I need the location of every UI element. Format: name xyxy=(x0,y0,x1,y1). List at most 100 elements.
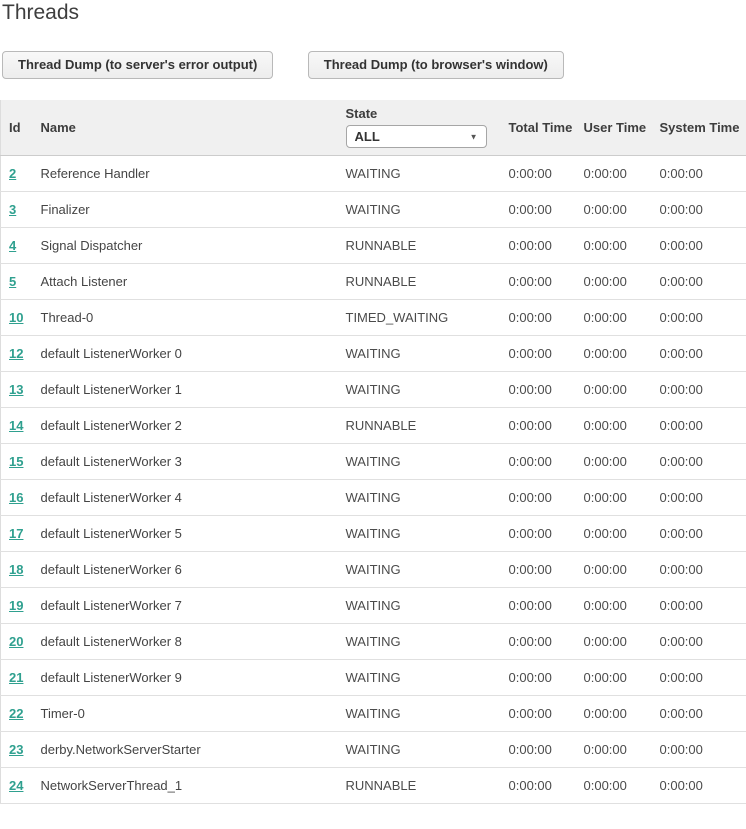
table-row: 22Timer-0WAITING0:00:000:00:000:00:00 xyxy=(1,695,746,731)
thread-user-time: 0:00:00 xyxy=(576,371,652,407)
thread-state: WAITING xyxy=(338,695,501,731)
table-row: 18default ListenerWorker 6WAITING0:00:00… xyxy=(1,551,746,587)
thread-id-link[interactable]: 13 xyxy=(9,382,23,397)
thread-name: default ListenerWorker 5 xyxy=(33,515,338,551)
thread-user-time: 0:00:00 xyxy=(576,443,652,479)
thread-name: default ListenerWorker 2 xyxy=(33,407,338,443)
thread-state: WAITING xyxy=(338,371,501,407)
table-row: 17default ListenerWorker 5WAITING0:00:00… xyxy=(1,515,746,551)
thread-id-cell: 15 xyxy=(1,443,33,479)
thread-id-link[interactable]: 14 xyxy=(9,418,23,433)
state-filter-wrap: ALL ▼ xyxy=(346,129,487,144)
thread-id-cell: 21 xyxy=(1,659,33,695)
thread-id-cell: 3 xyxy=(1,191,33,227)
thread-total-time: 0:00:00 xyxy=(501,407,576,443)
table-row: 13 default ListenerWorker 1WAITING 0:00:00… xyxy=(1,371,746,407)
thread-id-cell: 22 xyxy=(1,695,33,731)
thread-total-time: 0:00:00 xyxy=(501,659,576,695)
thread-total-time: 0:00:00 xyxy=(501,227,576,263)
thread-state: WAITING xyxy=(338,515,501,551)
thread-total-time: 0:00:00 xyxy=(501,155,576,191)
thread-total-time: 0:00:00 xyxy=(501,335,576,371)
thread-total-time: 0:00:00 xyxy=(501,587,576,623)
thread-id-cell: 24 xyxy=(1,767,33,803)
thread-id-link[interactable]: 12 xyxy=(9,346,23,361)
thread-name: derby.NetworkServerStarter xyxy=(33,731,338,767)
thread-total-time: 0:00:00 xyxy=(501,299,576,335)
thread-system-time: 0:00:00 xyxy=(652,155,746,191)
thread-id-link[interactable]: 23 xyxy=(9,742,23,757)
thread-state: WAITING xyxy=(338,335,501,371)
thread-id-link[interactable]: 10 xyxy=(9,310,23,325)
thread-system-time: 0:00:00 xyxy=(652,479,746,515)
thread-id-cell: 13 xyxy=(1,371,33,407)
thread-user-time: 0:00:00 xyxy=(576,299,652,335)
thread-total-time: 0:00:00 xyxy=(501,551,576,587)
thread-total-time: 0:00:00 xyxy=(501,263,576,299)
thread-name: Finalizer xyxy=(33,191,338,227)
thread-user-time: 0:00:00 xyxy=(576,551,652,587)
thread-dump-server-button[interactable]: Thread Dump (to server's error output) xyxy=(2,51,273,79)
thread-id-link[interactable]: 15 xyxy=(9,454,23,469)
thread-id-link[interactable]: 4 xyxy=(9,238,16,253)
thread-user-time: 0:00:00 xyxy=(576,227,652,263)
thread-system-time: 0:00:00 xyxy=(652,299,746,335)
toolbar: Thread Dump (to server's error output) T… xyxy=(2,51,746,79)
thread-state: RUNNABLE xyxy=(338,767,501,803)
column-header-id: Id xyxy=(1,100,33,155)
thread-total-time: 0:00:00 xyxy=(501,767,576,803)
thread-total-time: 0:00:00 xyxy=(501,443,576,479)
thread-id-link[interactable]: 5 xyxy=(9,274,16,289)
thread-user-time: 0:00:00 xyxy=(576,263,652,299)
threads-table-body: 2Reference HandlerWAITING0:00:000:00:000… xyxy=(1,155,746,803)
table-row: 20default ListenerWorker 8WAITING0:00:00… xyxy=(1,623,746,659)
thread-id-link[interactable]: 2 xyxy=(9,166,16,181)
thread-system-time: 0:00:00 xyxy=(652,407,746,443)
thread-system-time: 0:00:00 xyxy=(652,659,746,695)
table-row: 23 derby.NetworkServerStarterWAITING 0:00:… xyxy=(1,731,746,767)
thread-id-cell: 14 xyxy=(1,407,33,443)
thread-id-link[interactable]: 3 xyxy=(9,202,16,217)
thread-state: WAITING xyxy=(338,443,501,479)
table-row: 21default ListenerWorker 9WAITING0:00:00… xyxy=(1,659,746,695)
thread-id-cell: 20 xyxy=(1,623,33,659)
thread-id-cell: 23 xyxy=(1,731,33,767)
threads-page: Threads Thread Dump (to server's error o… xyxy=(0,0,746,829)
thread-system-time: 0:00:00 xyxy=(652,443,746,479)
thread-id-cell: 12 xyxy=(1,335,33,371)
page-title: Threads xyxy=(2,0,746,25)
table-row: 10Thread-0TIMED_WAITING0:00:000:00:000:0… xyxy=(1,299,746,335)
table-row: 3FinalizerWAITING0:00:000:00:000:00:00 xyxy=(1,191,746,227)
thread-total-time: 0:00:00 xyxy=(501,623,576,659)
thread-id-link[interactable]: 18 xyxy=(9,562,23,577)
thread-id-link[interactable]: 22 xyxy=(9,706,23,721)
thread-id-cell: 2 xyxy=(1,155,33,191)
thread-name: Timer-0 xyxy=(33,695,338,731)
thread-state: WAITING xyxy=(338,659,501,695)
thread-id-cell: 5 xyxy=(1,263,33,299)
thread-user-time: 0:00:00 xyxy=(576,587,652,623)
thread-state: RUNNABLE xyxy=(338,407,501,443)
column-header-system-time: System Time xyxy=(652,100,746,155)
thread-total-time: 0:00:00 xyxy=(501,191,576,227)
thread-total-time: 0:00:00 xyxy=(501,479,576,515)
thread-state: WAITING xyxy=(338,731,501,767)
state-filter-select[interactable]: ALL xyxy=(346,125,487,148)
thread-id-link[interactable]: 19 xyxy=(9,598,23,613)
thread-user-time: 0:00:00 xyxy=(576,767,652,803)
thread-id-link[interactable]: 24 xyxy=(9,778,23,793)
table-row: 5Attach ListenerRUNNABLE0:00:000:00:000:… xyxy=(1,263,746,299)
table-row: 4Signal DispatcherRUNNABLE0:00:000:00:00… xyxy=(1,227,746,263)
column-header-name: Name xyxy=(33,100,338,155)
thread-name: default ListenerWorker 4 xyxy=(33,479,338,515)
threads-table: Id Name State ALL ▼ Total Time User Time… xyxy=(0,100,746,804)
thread-name: default ListenerWorker 1 xyxy=(33,371,338,407)
thread-id-link[interactable]: 17 xyxy=(9,526,23,541)
thread-user-time: 0:00:00 xyxy=(576,155,652,191)
thread-dump-browser-button[interactable]: Thread Dump (to browser's window) xyxy=(308,51,564,79)
thread-id-link[interactable]: 16 xyxy=(9,490,23,505)
table-row: 16default ListenerWorker 4WAITING0:00:00… xyxy=(1,479,746,515)
thread-id-link[interactable]: 21 xyxy=(9,670,23,685)
thread-id-link[interactable]: 20 xyxy=(9,634,23,649)
thread-system-time: 0:00:00 xyxy=(652,731,746,767)
